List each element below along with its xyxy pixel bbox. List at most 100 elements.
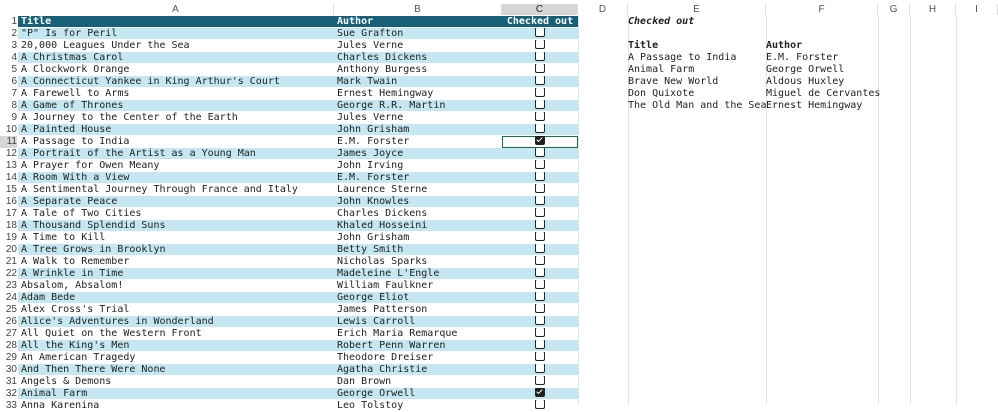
book-title-cell[interactable]: A Room With a View — [18, 172, 334, 184]
row-number[interactable]: 32 — [0, 388, 17, 400]
book-author-cell[interactable]: E.M. Forster — [334, 172, 502, 184]
book-title-cell[interactable]: A Sentimental Journey Through France and… — [18, 184, 334, 196]
book-title-cell[interactable]: A Separate Peace — [18, 196, 334, 208]
checked-out-cell[interactable] — [502, 352, 578, 364]
checkbox[interactable] — [535, 340, 545, 349]
checkbox[interactable] — [535, 160, 545, 169]
checkbox[interactable] — [535, 196, 545, 205]
book-title-cell[interactable]: A Wrinkle in Time — [18, 268, 334, 280]
header-author-cell[interactable]: Author — [334, 16, 502, 28]
checkbox[interactable] — [535, 52, 545, 61]
row-number[interactable]: 8 — [0, 100, 17, 112]
book-title-cell[interactable]: A Walk to Remember — [18, 256, 334, 268]
book-author-cell[interactable]: Leo Tolstoy — [334, 400, 502, 412]
row-number[interactable]: 1 — [0, 16, 17, 28]
checked-out-cell[interactable] — [502, 400, 578, 412]
book-title-cell[interactable]: "P" Is for Peril — [18, 28, 334, 40]
book-author-cell[interactable]: George R.R. Martin — [334, 100, 502, 112]
book-title-cell[interactable]: And Then There Were None — [18, 364, 334, 376]
checkbox[interactable] — [535, 268, 545, 277]
book-author-cell[interactable]: Khaled Hosseini — [334, 220, 502, 232]
row-number[interactable]: 14 — [0, 172, 17, 184]
checkbox[interactable] — [535, 100, 545, 109]
checked-out-cell[interactable] — [502, 292, 578, 304]
row-number[interactable]: 21 — [0, 256, 17, 268]
book-author-cell[interactable]: James Joyce — [334, 148, 502, 160]
book-author-cell[interactable]: Theodore Dreiser — [334, 352, 502, 364]
row-number[interactable]: 6 — [0, 76, 17, 88]
column-header-f[interactable]: F — [766, 4, 878, 15]
checked-out-cell[interactable] — [502, 256, 578, 268]
summary-title-cell[interactable]: The Old Man and the Sea — [628, 100, 766, 112]
row-number[interactable]: 25 — [0, 304, 17, 316]
row-number[interactable]: 16 — [0, 196, 17, 208]
row-number[interactable]: 5 — [0, 64, 17, 76]
book-title-cell[interactable]: All the King's Men — [18, 340, 334, 352]
book-author-cell[interactable]: Betty Smith — [334, 244, 502, 256]
spreadsheet-grid[interactable]: ABCDEFGHI 1 Title Author Checked out Checked… — [0, 0, 998, 412]
column-header-g[interactable]: G — [878, 4, 910, 15]
checked-out-cell[interactable] — [502, 244, 578, 256]
row-number[interactable]: 26 — [0, 316, 17, 328]
checked-out-cell[interactable] — [502, 172, 578, 184]
book-author-cell[interactable]: Sue Grafton — [334, 28, 502, 40]
checked-out-cell[interactable] — [502, 184, 578, 196]
summary-title-cell[interactable]: Don Quixote — [628, 88, 694, 100]
checked-out-cell[interactable] — [502, 64, 578, 76]
checked-out-cell[interactable] — [502, 28, 578, 40]
checkbox[interactable] — [535, 112, 545, 121]
checked-checkbox[interactable] — [535, 388, 545, 397]
row-number[interactable]: 15 — [0, 184, 17, 196]
row-number[interactable]: 3 — [0, 40, 17, 52]
row-number[interactable]: 13 — [0, 160, 17, 172]
book-author-cell[interactable]: James Patterson — [334, 304, 502, 316]
book-author-cell[interactable]: George Orwell — [334, 388, 502, 400]
book-title-cell[interactable]: 20,000 Leagues Under the Sea — [18, 40, 334, 52]
book-author-cell[interactable]: Ernest Hemingway — [334, 88, 502, 100]
summary-author-cell[interactable]: Ernest Hemingway — [766, 100, 862, 112]
checked-out-cell[interactable] — [502, 88, 578, 100]
row-number[interactable]: 24 — [0, 292, 17, 304]
book-title-cell[interactable]: A Passage to India — [18, 136, 334, 148]
summary-author-cell[interactable]: Aldous Huxley — [766, 76, 844, 88]
checkbox[interactable] — [535, 352, 545, 361]
checkbox[interactable] — [535, 304, 545, 313]
checkbox[interactable] — [535, 76, 545, 85]
book-title-cell[interactable]: An American Tragedy — [18, 352, 334, 364]
book-author-cell[interactable]: Laurence Sterne — [334, 184, 502, 196]
book-title-cell[interactable]: A Christmas Carol — [18, 52, 334, 64]
book-author-cell[interactable]: John Grisham — [334, 124, 502, 136]
checked-out-cell[interactable] — [502, 304, 578, 316]
summary-title-cell[interactable]: Brave New World — [628, 76, 718, 88]
book-title-cell[interactable]: A Prayer for Owen Meany — [18, 160, 334, 172]
checkbox[interactable] — [535, 280, 545, 289]
summary-author-header[interactable]: Author — [766, 40, 802, 52]
row-number[interactable]: 19 — [0, 232, 17, 244]
book-title-cell[interactable]: Anna Karenina — [18, 400, 334, 412]
book-title-cell[interactable]: A Farewell to Arms — [18, 88, 334, 100]
book-title-cell[interactable]: A Journey to the Center of the Earth — [18, 112, 334, 124]
checked-checkbox[interactable] — [535, 136, 545, 145]
book-title-cell[interactable]: A Tale of Two Cities — [18, 208, 334, 220]
checked-out-cell[interactable] — [502, 280, 578, 292]
checkbox[interactable] — [535, 148, 545, 157]
checked-out-cell[interactable] — [502, 376, 578, 388]
checkbox[interactable] — [535, 364, 545, 373]
checkbox[interactable] — [535, 40, 545, 49]
row-number[interactable]: 17 — [0, 208, 17, 220]
book-author-cell[interactable]: Mark Twain — [334, 76, 502, 88]
checkbox[interactable] — [535, 184, 545, 193]
row-number[interactable]: 18 — [0, 220, 17, 232]
checked-out-cell[interactable] — [502, 232, 578, 244]
checked-out-cell[interactable] — [502, 268, 578, 280]
book-title-cell[interactable]: Alex Cross's Trial — [18, 304, 334, 316]
book-title-cell[interactable]: A Painted House — [18, 124, 334, 136]
summary-heading[interactable]: Checked out — [628, 16, 694, 28]
checkbox[interactable] — [535, 220, 545, 229]
checkbox[interactable] — [535, 244, 545, 253]
checkbox[interactable] — [535, 256, 545, 265]
checkbox[interactable] — [535, 124, 545, 133]
summary-author-cell[interactable]: E.M. Forster — [766, 52, 838, 64]
book-author-cell[interactable]: Madeleine L'Engle — [334, 268, 502, 280]
summary-title-cell[interactable]: Animal Farm — [628, 64, 694, 76]
